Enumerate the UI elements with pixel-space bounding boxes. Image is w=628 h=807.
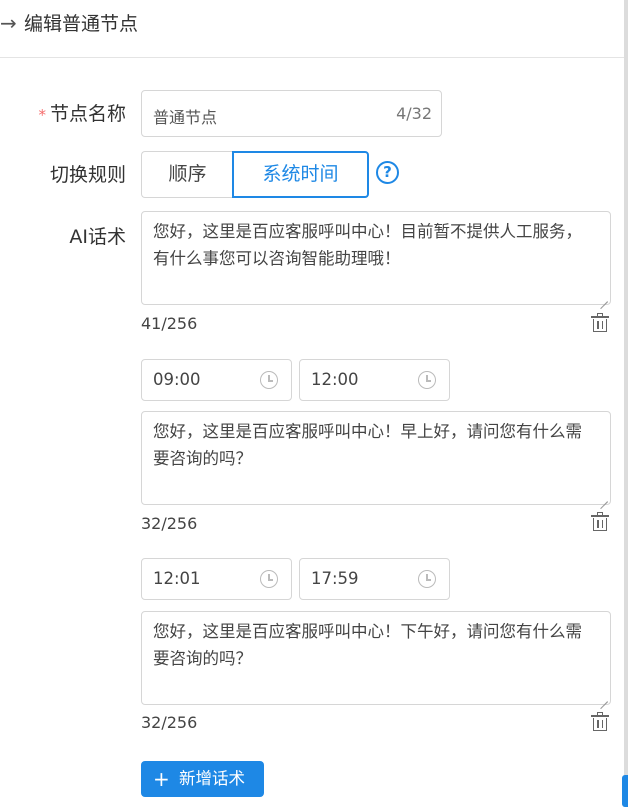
ai-script-default-count: 41/256 [141, 314, 198, 333]
ai-script-default-textarea[interactable]: 您好，这里是百应客服呼叫中心！目前暂不提供人工服务，有什么事您可以咨询智能助理哦… [141, 211, 611, 305]
page-header: → 编辑普通节点 [0, 0, 628, 58]
slot-2-end-value: 17:59 [311, 569, 359, 588]
trash-icon[interactable] [591, 712, 609, 732]
page-title: 编辑普通节点 [24, 13, 139, 35]
clock-icon [260, 570, 278, 588]
clock-icon [260, 371, 278, 389]
switch-rule-option-system-time[interactable]: 系统时间 [232, 151, 369, 198]
slot-1-start-time[interactable]: 09:00 [141, 359, 292, 401]
resize-handle-icon[interactable] [600, 294, 608, 302]
node-name-label-text: 节点名称 [49, 103, 126, 125]
add-script-label: 新增话术 [179, 769, 245, 788]
resize-handle-icon[interactable] [600, 494, 608, 502]
switch-rule-label: 切换规则 [49, 164, 126, 186]
scrollbar-accent[interactable] [622, 775, 628, 807]
node-name-input[interactable]: 普通节点 4/32 [141, 90, 442, 137]
arrow-right-icon[interactable]: → [0, 11, 22, 35]
slot-2-textarea[interactable]: 您好，这里是百应客服呼叫中心！下午好，请问您有什么需要咨询的吗？ [141, 611, 611, 705]
ai-script-label: AI话术 [69, 226, 126, 248]
resize-handle-icon[interactable] [600, 694, 608, 702]
scrollbar-track[interactable] [624, 0, 628, 807]
slot-1-count: 32/256 [141, 514, 198, 533]
slot-1-end-value: 12:00 [311, 370, 359, 389]
trash-icon[interactable] [591, 313, 609, 333]
plus-icon: + [153, 767, 170, 791]
ai-script-default-text: 您好，这里是百应客服呼叫中心！目前暂不提供人工服务，有什么事您可以咨询智能助理哦… [153, 222, 582, 268]
switch-rule-option-sequence[interactable]: 顺序 [141, 151, 233, 198]
clock-icon [418, 570, 436, 588]
slot-2-text: 您好，这里是百应客服呼叫中心！下午好，请问您有什么需要咨询的吗？ [153, 622, 582, 668]
slot-1-textarea[interactable]: 您好，这里是百应客服呼叫中心！早上好，请问您有什么需要咨询的吗？ [141, 411, 611, 505]
required-mark: * [38, 106, 46, 124]
node-name-value: 普通节点 [153, 108, 218, 127]
node-name-count: 4/32 [396, 104, 432, 123]
question-circle-icon[interactable]: ? [376, 161, 399, 184]
node-name-label: * 节点名称 [26, 102, 126, 127]
clock-icon [418, 371, 436, 389]
slot-1-start-value: 09:00 [153, 370, 201, 389]
slot-2-start-time[interactable]: 12:01 [141, 558, 292, 600]
slot-2-end-time[interactable]: 17:59 [299, 558, 450, 600]
slot-1-text: 您好，这里是百应客服呼叫中心！早上好，请问您有什么需要咨询的吗？ [153, 422, 582, 468]
slot-1-end-time[interactable]: 12:00 [299, 359, 450, 401]
slot-2-count: 32/256 [141, 713, 198, 732]
slot-2-start-value: 12:01 [153, 569, 201, 588]
add-script-button[interactable]: + 新增话术 [141, 761, 264, 797]
trash-icon[interactable] [591, 512, 609, 532]
